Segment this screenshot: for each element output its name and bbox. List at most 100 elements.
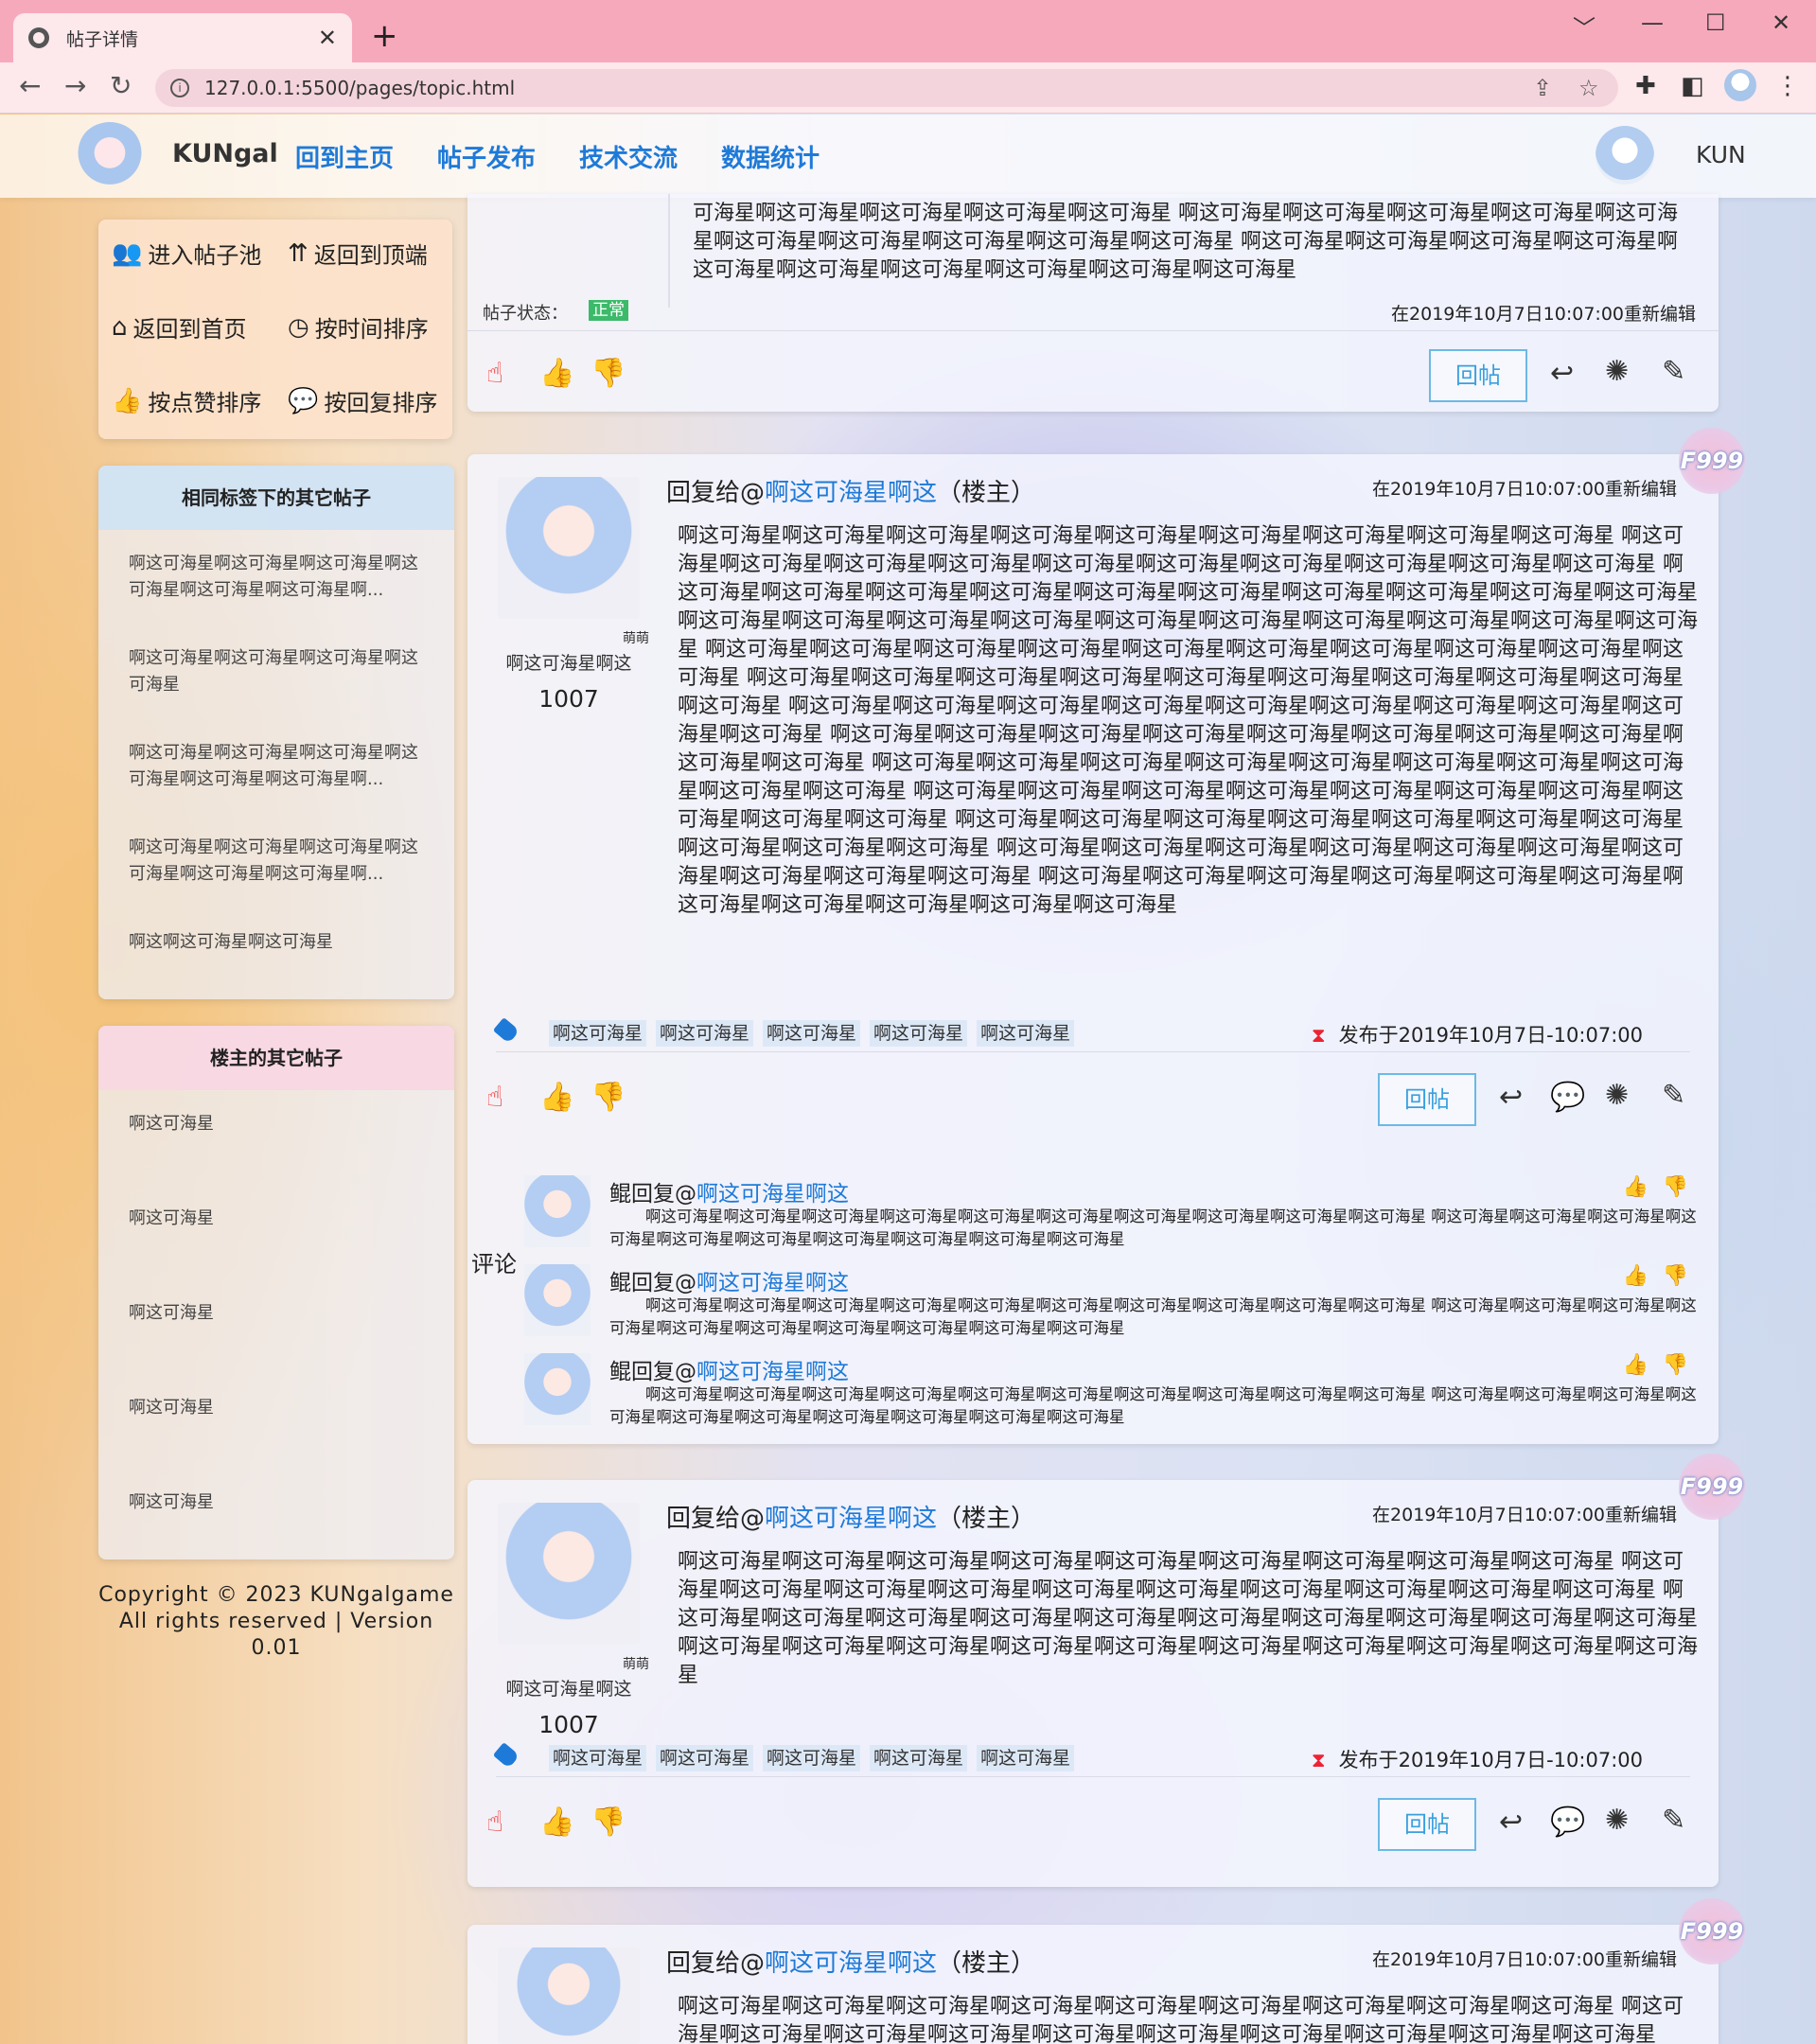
reply-target-link[interactable]: 啊这可海星啊这 [765,1949,937,1978]
edit-icon[interactable]: ✎ [1662,355,1685,388]
tag[interactable]: 啊这可海星 [656,1745,754,1771]
tag[interactable]: 啊这可海星 [656,1020,754,1047]
menu-tech[interactable]: 技术交流 [579,139,678,174]
nav-enter-pool[interactable]: 👥 进入帖子池 [112,237,261,270]
minimize-button[interactable]: — [1641,9,1664,36]
nav-sort-replies[interactable]: 💬 按回复排序 [288,384,437,417]
menu-publish[interactable]: 帖子发布 [437,139,536,174]
star-icon[interactable]: ☆ [1578,75,1599,101]
comment-icon[interactable]: 💬 [1550,1081,1585,1114]
same-tag-item[interactable]: 啊这可海星啊这可海星啊这可海星啊这可海星啊这可海星啊这可海星啊... [98,814,454,908]
author-avatar[interactable] [498,1947,640,2044]
same-tag-item[interactable]: 啊这可海星啊这可海星啊这可海星啊这可海星 [98,625,454,719]
back-icon[interactable]: ← [19,70,41,101]
author-avatar[interactable] [498,1503,640,1645]
thumbs-up-icon[interactable]: 👍 [539,1081,574,1114]
nav-sort-time[interactable]: ◷ 按时间排序 [288,310,429,344]
tag[interactable]: 啊这可海星 [870,1020,968,1047]
maximize-button[interactable]: ☐ [1705,9,1726,36]
owner-post-item[interactable]: 啊这可海星 [98,1374,454,1469]
tag[interactable]: 啊这可海星 [763,1020,861,1047]
tag[interactable]: 啊这可海星 [977,1745,1075,1771]
comment-avatar[interactable] [524,1175,591,1247]
thumbs-up-icon[interactable]: 👍 [539,357,574,390]
url-text[interactable]: 127.0.0.1:5500/pages/topic.html [204,77,515,99]
thumbs-down-icon[interactable]: 👎 [1663,1264,1688,1288]
tag[interactable]: 啊这可海星 [763,1745,861,1771]
site-info-icon[interactable]: i [170,79,189,97]
comment-target-link[interactable]: 啊这可海星啊这 [696,1360,849,1384]
reply-button[interactable]: 回帖 [1378,1798,1476,1851]
nav-label: 按时间排序 [314,316,429,343]
tag[interactable]: 啊这可海星 [977,1020,1075,1047]
close-window-button[interactable]: ✕ [1772,9,1790,36]
address-bar[interactable]: i 127.0.0.1:5500/pages/topic.html ⇪ ☆ [155,69,1618,107]
profile-avatar[interactable] [1724,69,1756,101]
reply-target-link[interactable]: 啊这可海星啊这 [765,1505,937,1533]
reply-prefix: 回复给@ [666,1505,766,1533]
owner-post-item[interactable]: 啊这可海星 [98,1185,454,1279]
same-tag-item[interactable]: 啊这可海星啊这可海星啊这可海星啊这可海星啊这可海星啊这可海星啊... [98,530,454,625]
reply-arrow-icon[interactable]: ↩ [1550,357,1574,390]
comment-avatar[interactable] [524,1353,591,1425]
edit-icon[interactable]: ✎ [1662,1804,1685,1837]
menu-kebab-icon[interactable]: ⋮ [1775,72,1800,100]
nav-home[interactable]: ⌂ 返回到首页 [112,310,247,344]
same-tag-item[interactable]: 啊这啊这可海星啊这可海星 [98,908,454,999]
menu-stats[interactable]: 数据统计 [721,139,820,174]
thumbs-down-icon[interactable]: 👎 [1663,1175,1688,1199]
edit-icon[interactable]: ✎ [1662,1079,1685,1112]
tag[interactable]: 啊这可海星 [549,1745,647,1771]
reply-target-link[interactable]: 啊这可海星啊这 [765,479,937,507]
comment-avatar[interactable] [524,1264,591,1336]
owner-post-item[interactable]: 啊这可海星 [98,1279,454,1374]
tab-close-icon[interactable]: ✕ [318,25,337,51]
reply-arrow-icon[interactable]: ↩ [1499,1806,1523,1839]
reload-icon[interactable]: ↻ [110,70,132,101]
share-icon[interactable]: ⇪ [1533,75,1552,101]
thumbs-up-icon[interactable]: 👍 [1623,1264,1649,1288]
comment-target-link[interactable]: 啊这可海星啊这 [696,1271,849,1295]
comment-icon[interactable]: 💬 [1550,1806,1585,1839]
owner-post-item[interactable]: 啊这可海星 [98,1469,454,1559]
forward-icon[interactable]: → [64,70,86,101]
tab-search-icon[interactable]: ﹀ [1573,9,1596,43]
thumbs-down-icon[interactable]: 👎 [591,357,626,390]
comment-target-link[interactable]: 啊这可海星啊这 [696,1182,849,1207]
comment-text: 啊这可海星啊这可海星啊这可海星啊这可海星啊这可海星啊这可海星啊这可海星啊这可海星… [609,1207,1697,1248]
sidepanel-icon[interactable]: ◧ [1681,72,1704,100]
reply-arrow-icon[interactable]: ↩ [1499,1081,1523,1114]
author-name[interactable]: 啊这可海星啊这 [467,649,670,675]
reply-button[interactable]: 回帖 [1378,1073,1476,1126]
extensions-icon[interactable]: ✚ [1635,72,1656,100]
author-name[interactable]: 啊这可海星啊这 [467,1675,670,1700]
tag[interactable]: 啊这可海星 [549,1020,647,1047]
nav-sort-likes[interactable]: 👍 按点赞排序 [112,384,261,417]
reply-button[interactable]: 回帖 [1429,349,1527,402]
thumbs-down-icon[interactable]: 👎 [1663,1353,1688,1377]
hand-icon[interactable]: ☝ [486,1081,503,1114]
nav-to-top[interactable]: ⇈ 返回到顶端 [288,237,428,270]
thumbs-down-icon[interactable]: 👎 [591,1081,626,1114]
new-tab-button[interactable]: + [371,19,398,53]
share-burst-icon[interactable]: ✺ [1605,1804,1629,1837]
thumbs-up-icon[interactable]: 👍 [1623,1353,1649,1377]
reply-post: F999 萌萌 啊这可海星啊这 1007 回复给@啊这可海星啊这（楼主） 在20… [467,428,1745,1444]
thumbs-down-icon[interactable]: 👎 [591,1806,626,1839]
tag[interactable]: 啊这可海星 [870,1745,968,1771]
brand-name[interactable]: KUNgal [172,139,278,168]
menu-home[interactable]: 回到主页 [295,139,394,174]
browser-tab[interactable]: 帖子详情 ✕ [13,13,352,62]
author-avatar[interactable] [498,477,640,619]
share-burst-icon[interactable]: ✺ [1605,355,1629,388]
share-burst-icon[interactable]: ✺ [1605,1079,1629,1112]
hand-icon[interactable]: ☝ [486,357,503,390]
hand-icon[interactable]: ☝ [486,1806,503,1839]
same-tag-item[interactable]: 啊这可海星啊这可海星啊这可海星啊这可海星啊这可海星啊这可海星啊... [98,719,454,814]
user-name[interactable]: KUN [1696,141,1746,168]
thumbs-up-icon[interactable]: 👍 [1623,1175,1649,1199]
thumbs-up-icon[interactable]: 👍 [539,1806,574,1839]
logo[interactable] [76,122,144,190]
owner-post-item[interactable]: 啊这可海星 [98,1090,454,1185]
user-avatar[interactable] [1596,126,1654,185]
